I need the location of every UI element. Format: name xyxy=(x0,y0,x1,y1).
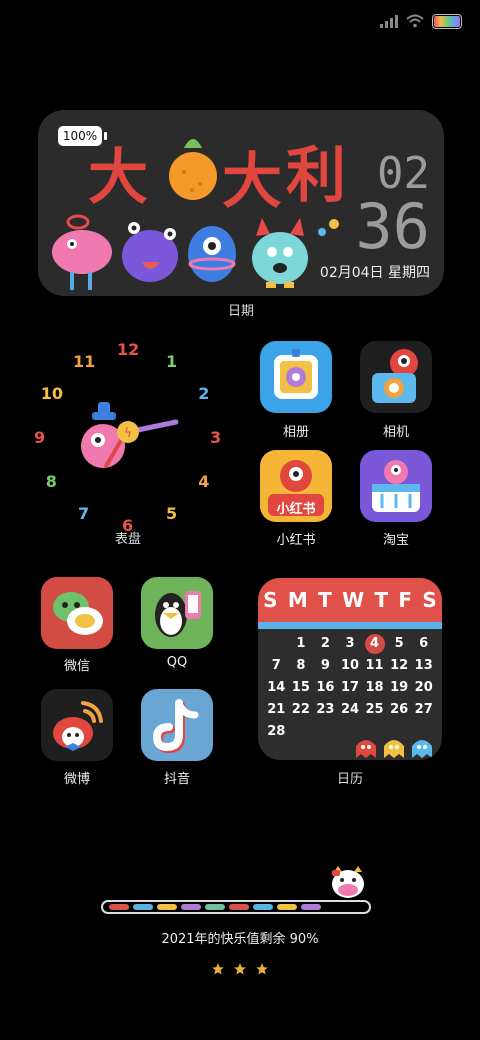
calendar-day[interactable]: 12 xyxy=(387,656,412,676)
calendar-day[interactable]: 1 xyxy=(289,634,314,654)
progress-segment xyxy=(229,904,249,910)
progress-segment xyxy=(277,904,297,910)
weekday-label: F xyxy=(398,588,413,612)
date-widget-label: 日期 xyxy=(227,304,254,319)
app-label: 小红书 xyxy=(276,533,316,548)
progress-segment xyxy=(157,904,177,910)
app-label: 淘宝 xyxy=(382,533,409,548)
calendar-day[interactable]: 14 xyxy=(264,678,289,698)
calendar-day[interactable]: 17 xyxy=(338,678,363,698)
xiaohongshu-logo-text: 小红书 xyxy=(276,502,316,517)
calendar-day xyxy=(264,634,289,654)
calendar-day[interactable]: 11 xyxy=(362,656,387,676)
progress-segment xyxy=(205,904,225,910)
camera-icon xyxy=(372,349,418,403)
calendar-day[interactable]: 24 xyxy=(338,700,363,720)
calendar-day[interactable]: 25 xyxy=(362,700,387,720)
calendar-widget-label: 日历 xyxy=(336,772,363,787)
star-icon xyxy=(256,963,268,975)
wechat-app[interactable] xyxy=(41,577,113,649)
greeting-char: 大 xyxy=(88,143,148,212)
calendar-day-today[interactable]: 4 xyxy=(364,634,385,654)
monster-characters-art xyxy=(52,214,339,290)
calendar-day[interactable]: 23 xyxy=(313,700,338,720)
douyin-icon xyxy=(152,699,199,754)
calendar-day[interactable]: 20 xyxy=(411,678,436,698)
progress-segment xyxy=(109,904,129,910)
calendar-day[interactable]: 26 xyxy=(387,700,412,720)
star-icon xyxy=(234,963,246,975)
cow-mascot-icon xyxy=(332,866,364,898)
progress-caption: 2021年的快乐值剩余 90% xyxy=(161,932,319,947)
date-display: 02月04日 星期四 xyxy=(319,265,430,281)
calendar-day[interactable]: 18 xyxy=(362,678,387,698)
calendar-weekday-header: SMTWTFS xyxy=(258,578,442,622)
calendar-grid: 1 2 3 4 5 6 7 8 9 10 11 12 13 14 15 16 17 18 19 20 21 22 23 24 2… xyxy=(264,634,436,742)
clock-widget-label: 表盘 xyxy=(114,532,141,547)
calendar-day[interactable]: 3 xyxy=(338,634,363,654)
xiaohongshu-app[interactable]: 小红书 xyxy=(260,450,332,522)
progress-segment xyxy=(301,904,321,910)
calendar-day[interactable]: 8 xyxy=(289,656,314,676)
happiness-progress-bar xyxy=(101,900,371,914)
calendar-day[interactable]: 7 xyxy=(264,656,289,676)
calendar-stripe xyxy=(258,622,442,629)
calendar-day[interactable]: 10 xyxy=(338,656,363,676)
qq-icon xyxy=(155,591,201,637)
greeting-char: 利 xyxy=(286,141,346,211)
qq-app[interactable] xyxy=(141,577,213,649)
app-label: 相机 xyxy=(382,425,409,440)
weibo-icon xyxy=(53,701,103,751)
progress-segment xyxy=(133,904,153,910)
taobao-icon xyxy=(372,460,420,512)
signal-icon xyxy=(380,14,398,28)
wifi-icon xyxy=(406,14,424,28)
calendar-day[interactable]: 27 xyxy=(411,700,436,720)
app-label: 微博 xyxy=(63,772,90,787)
weekday-label: S xyxy=(263,588,278,612)
calendar-widget[interactable]: SMTWTFS 1 2 3 4 5 6 7 8 9 10 11 12 13 14 15 16 17 18 19 20 2… xyxy=(258,578,442,760)
date-widget[interactable]: 100% 大 大 利 02 36 02月04日 星期四 xyxy=(38,110,444,296)
calendar-day[interactable]: 28 xyxy=(264,722,289,742)
clock-face-art: ϟ xyxy=(81,402,179,468)
camera-app[interactable] xyxy=(360,341,432,413)
calendar-day[interactable]: 6 xyxy=(411,634,436,654)
weekday-label: T xyxy=(318,588,332,612)
photo-album-icon xyxy=(274,349,318,399)
calendar-day[interactable]: 5 xyxy=(387,634,412,654)
calendar-day[interactable]: 9 xyxy=(313,656,338,676)
ghost-characters-art xyxy=(356,740,432,758)
weekday-label: M xyxy=(287,588,308,612)
app-label: 相册 xyxy=(282,425,309,440)
taobao-app[interactable] xyxy=(360,450,432,522)
photo-album-app[interactable] xyxy=(260,341,332,413)
app-label: 抖音 xyxy=(163,772,190,787)
app-label: 微信 xyxy=(63,659,90,674)
progress-segment xyxy=(181,904,201,910)
app-label: QQ xyxy=(166,655,188,670)
calendar-day[interactable]: 15 xyxy=(289,678,314,698)
calendar-day[interactable]: 16 xyxy=(313,678,338,698)
battery-icon xyxy=(432,13,462,29)
progress-segment xyxy=(253,904,273,910)
weekday-label: W xyxy=(342,588,365,612)
calendar-day[interactable]: 13 xyxy=(411,656,436,676)
clock-minute: 36 xyxy=(355,190,430,263)
douyin-app[interactable] xyxy=(141,689,213,761)
wechat-icon xyxy=(53,592,103,635)
greeting-char: 大 xyxy=(222,147,282,212)
new-year-greeting-art: 大 大 利 xyxy=(88,139,346,212)
rating-stars xyxy=(0,962,480,976)
clock-widget[interactable]: 12 1 2 3 4 5 6 7 8 9 10 11 ϟ xyxy=(28,340,228,540)
calendar-day[interactable]: 21 xyxy=(264,700,289,720)
star-icon xyxy=(212,963,224,975)
calendar-day[interactable]: 19 xyxy=(387,678,412,698)
svg-text:ϟ: ϟ xyxy=(124,426,132,440)
weekday-label: T xyxy=(374,588,389,612)
weibo-app[interactable] xyxy=(41,689,113,761)
status-bar xyxy=(380,12,462,30)
calendar-day[interactable]: 2 xyxy=(313,634,338,654)
weekday-label: S xyxy=(422,588,437,612)
calendar-day[interactable]: 22 xyxy=(289,700,314,720)
